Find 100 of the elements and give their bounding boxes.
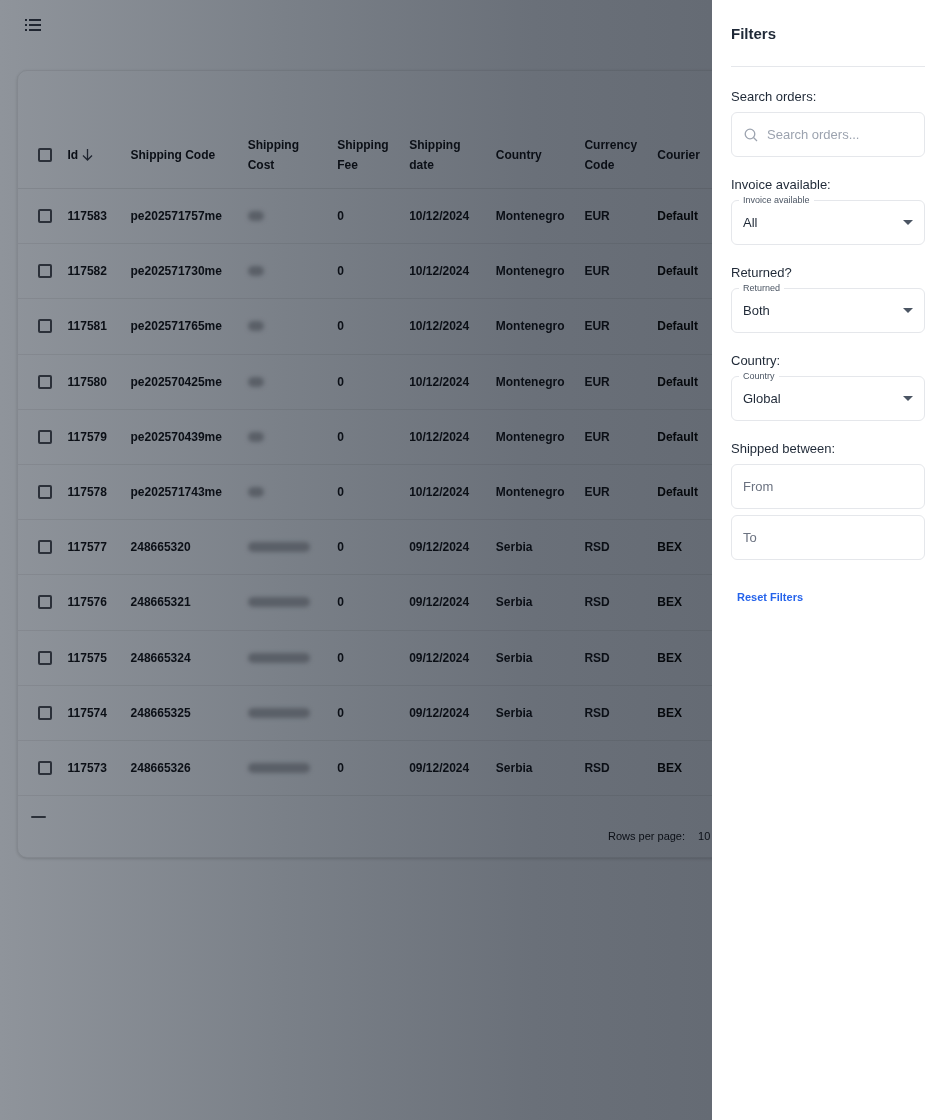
table-cell: 10/12/2024 (409, 209, 470, 224)
table-cell: 248665326 (130, 760, 191, 775)
table-cell: RSD (584, 650, 610, 665)
checkbox[interactable] (38, 650, 52, 665)
table-cell: Default (657, 209, 698, 224)
checkbox[interactable] (38, 429, 52, 444)
table-cell: 248665321 (130, 595, 191, 610)
table-cell: pe202571765me (130, 319, 222, 334)
select-value: Global (743, 389, 781, 408)
caret-icon (903, 220, 913, 225)
table-cell: Montenegro (495, 319, 565, 334)
table-cell: Default (657, 485, 698, 500)
reset-filters-button[interactable]: Reset Filters (737, 589, 804, 606)
checkbox[interactable] (38, 374, 52, 389)
table-cell: EUR (584, 429, 610, 444)
column-header[interactable]: Shipping Cost (247, 134, 312, 175)
search-input[interactable]: Search orders... (767, 124, 907, 145)
column-header[interactable]: Shipping Fee (337, 134, 402, 175)
search-icon (744, 127, 758, 142)
column-header[interactable]: Id (67, 144, 79, 165)
checkbox[interactable] (38, 264, 52, 279)
from-date-field[interactable]: From (731, 464, 925, 509)
table-cell: 0 (337, 374, 344, 389)
table-cell: 0 (337, 429, 344, 444)
table-cell: Serbia (495, 760, 533, 775)
table-cell: EUR (584, 209, 610, 224)
checkbox[interactable] (38, 319, 52, 334)
caret-icon (903, 396, 913, 401)
to-date-field[interactable]: To (731, 515, 925, 560)
table-cell: 10/12/2024 (409, 319, 470, 334)
table-cell: 248665320 (130, 540, 191, 555)
table-cell: 0 (337, 760, 344, 775)
column-header[interactable]: Shipping Code (130, 144, 216, 165)
select-value: Both (743, 301, 770, 320)
drawer-title: Filters (731, 25, 776, 42)
column-header[interactable]: Country (495, 144, 542, 165)
table-cell: 117578 (67, 485, 107, 500)
table-cell: 117583 (67, 209, 107, 224)
table-cell: Montenegro (495, 264, 565, 279)
table-cell: BEX (657, 705, 682, 720)
table-cell: 09/12/2024 (409, 540, 470, 555)
checkbox[interactable] (38, 485, 52, 500)
table-cell: 0 (337, 650, 344, 665)
table-cell: EUR (584, 374, 610, 389)
minus-icon (31, 816, 46, 819)
table-cell: 117582 (67, 264, 107, 279)
checkbox[interactable] (38, 705, 52, 720)
field-label: Returned (739, 282, 785, 294)
table-cell: 0 (337, 319, 344, 334)
table-cell: 09/12/2024 (409, 595, 470, 610)
rows-per-page-label: Rows per page: (608, 829, 686, 845)
table-cell: 117576 (67, 595, 107, 610)
table-cell: pe202570439me (130, 429, 222, 444)
table-cell: 0 (337, 705, 344, 720)
column-header[interactable]: Shipping date (409, 134, 474, 175)
table-cell: 0 (337, 209, 344, 224)
menu-icon[interactable] (25, 18, 41, 32)
table-cell: EUR (584, 319, 610, 334)
filter-label: Returned? (731, 265, 792, 280)
table-cell: RSD (584, 705, 610, 720)
filter-label: Invoice available: (731, 177, 831, 192)
table-cell: BEX (657, 650, 682, 665)
table-cell: 0 (337, 595, 344, 610)
table-cell: Montenegro (495, 429, 565, 444)
table-cell: Serbia (495, 595, 533, 610)
table-cell: BEX (657, 595, 682, 610)
table-cell: 10/12/2024 (409, 264, 470, 279)
table-cell: 09/12/2024 (409, 760, 470, 775)
filter-label: Shipped between: (731, 441, 836, 456)
rows-per-page-select[interactable]: 10 (698, 828, 711, 845)
table-cell: 09/12/2024 (409, 650, 470, 665)
table-cell: RSD (584, 540, 610, 555)
table-cell: pe202571757me (130, 209, 222, 224)
table-cell: BEX (657, 540, 682, 555)
table-cell: 10/12/2024 (409, 429, 470, 444)
table-cell: EUR (584, 485, 610, 500)
table-cell: Serbia (495, 650, 533, 665)
table-cell: Serbia (495, 540, 533, 555)
checkbox[interactable] (38, 147, 52, 162)
table-cell: RSD (584, 760, 610, 775)
search-field[interactable]: Search orders... (731, 112, 925, 157)
checkbox[interactable] (38, 760, 52, 775)
table-cell: Montenegro (495, 209, 565, 224)
table-cell: 117580 (67, 374, 107, 389)
table-cell: Default (657, 374, 698, 389)
checkbox[interactable] (38, 595, 52, 610)
table-cell: EUR (584, 264, 610, 279)
checkbox[interactable] (38, 540, 52, 555)
table-cell: 117577 (67, 540, 107, 555)
table-cell: 117575 (67, 650, 107, 665)
checkbox[interactable] (38, 209, 52, 224)
table-cell: 0 (337, 264, 344, 279)
column-header[interactable]: Currency Code (584, 134, 649, 175)
column-header[interactable]: Courier (657, 144, 700, 165)
table-cell: 248665325 (130, 705, 191, 720)
table-cell: 10/12/2024 (409, 374, 470, 389)
table-cell: pe202571743me (130, 485, 222, 500)
table-cell: Montenegro (495, 374, 565, 389)
table-cell: BEX (657, 760, 682, 775)
table-cell: 09/12/2024 (409, 705, 470, 720)
